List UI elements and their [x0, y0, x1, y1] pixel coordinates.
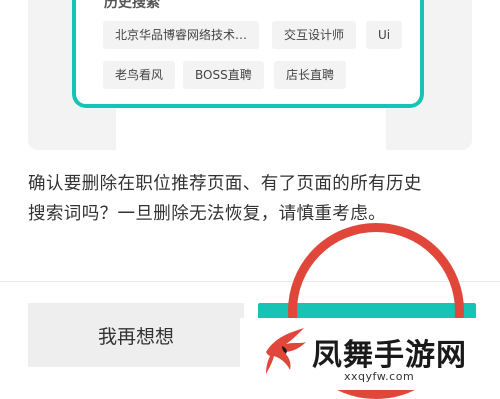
watermark-url: xxqyfw.com — [344, 370, 415, 383]
dialog-message-line: 搜索词吗？一旦删除无法恢复，请慎重考虑。 — [28, 204, 386, 224]
history-chip[interactable]: Ui — [366, 21, 403, 49]
dialog-divider — [0, 281, 500, 282]
dialog-message-line: 确认要删除在职位推荐页面、有了页面的所有历史 — [28, 174, 422, 194]
cancel-button[interactable]: 我再想想 — [28, 303, 244, 367]
history-search-panel — [72, 0, 424, 108]
history-chip[interactable]: 交互设计师 — [272, 21, 357, 49]
history-chip[interactable]: 老鸟看风 — [103, 61, 176, 89]
phoenix-logo-icon — [266, 328, 306, 374]
history-chip[interactable]: 店长直聘 — [274, 61, 347, 89]
history-chip[interactable]: 北京华品博睿网络技术… — [103, 21, 260, 49]
history-search-title: 历史搜索 — [104, 0, 160, 11]
dialog-message: 确认要删除在职位推荐页面、有了页面的所有历史 搜索词吗？一旦删除无法恢复，请慎重… — [28, 169, 478, 229]
watermark-title: 凤舞手游网 — [312, 338, 467, 373]
history-chip[interactable]: BOSS直聘 — [183, 61, 264, 89]
